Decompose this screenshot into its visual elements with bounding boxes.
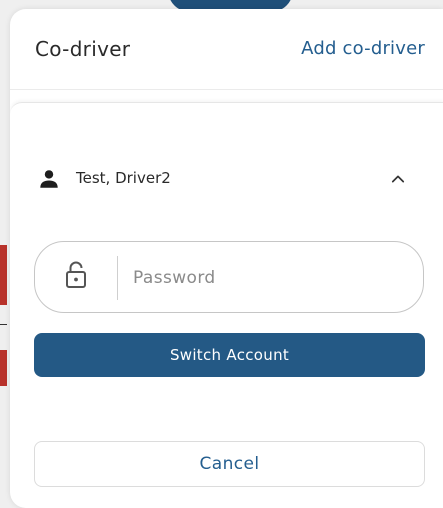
chevron-up-icon[interactable] (389, 170, 407, 188)
background-status-stripe (0, 245, 7, 305)
driver-name: Test, Driver2 (76, 169, 171, 187)
cancel-button[interactable]: Cancel (34, 441, 425, 487)
co-driver-dialog: Co-driver Add co-driver Test, Driver2 Sw… (10, 9, 443, 508)
dialog-title: Co-driver (35, 37, 131, 61)
person-icon (40, 170, 58, 188)
add-co-driver-link[interactable]: Add co-driver (301, 38, 425, 59)
password-field-separator (117, 256, 118, 300)
dialog-header: Co-driver Add co-driver (10, 9, 443, 89)
background-status-stripe (0, 350, 7, 386)
driver-section-edge (10, 102, 443, 117)
unlocked-padlock-icon (66, 261, 86, 288)
driver-accordion-row[interactable]: Test, Driver2 (10, 154, 443, 204)
password-input[interactable] (131, 260, 395, 296)
background-divider (0, 324, 7, 325)
password-field[interactable] (34, 241, 424, 313)
switch-account-button[interactable]: Switch Account (34, 333, 425, 377)
header-divider (10, 89, 443, 90)
